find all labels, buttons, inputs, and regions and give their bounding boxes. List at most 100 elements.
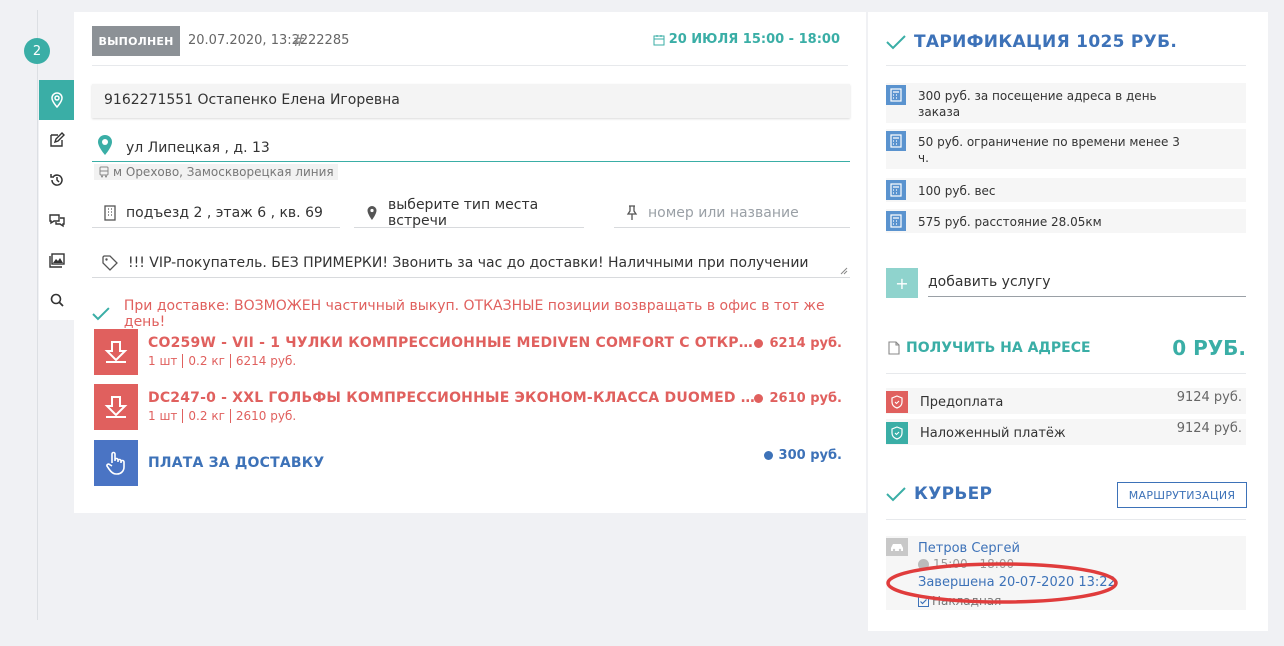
tariff-line-text: 575 руб. расстояние 28.05км [918,215,1102,229]
add-service-input[interactable]: добавить услугу [928,274,1246,297]
partial-buyout-text: При доставке: ВОЗМОЖЕН частичный выкуп. … [123,298,825,330]
map-pin-icon [98,135,112,155]
tool-photos[interactable] [39,240,75,280]
tariff-line-text: 100 руб. вес [918,184,996,198]
entrance-field[interactable]: подъезд 2 , этаж 6 , кв. 69 [92,198,340,228]
entrance-text: подъезд 2 , этаж 6 , кв. 69 [126,204,323,221]
courier-title: КУРЬЕР [886,484,992,504]
item-price-text: 2610 руб. [769,391,842,406]
calculator-icon [886,131,906,151]
calculator-icon [886,180,906,200]
tariff-line: 100 руб. вес [886,178,1246,202]
status-dot-icon [763,451,773,460]
search-icon [50,293,64,307]
order-card: ВЫПОЛНЕН 20.07.2020, 13:22 # 22285 20 ИЮ… [74,12,866,513]
courier-title-text: КУРЬЕР [914,484,993,504]
check-icon [92,307,110,321]
item-weight: 0.2 кг [188,354,225,368]
order-item[interactable]: DC247-0 - XXL ГОЛЬФЫ КОМПРЕССИОННЫЕ ЭКОН… [94,384,850,430]
routing-button[interactable]: МАРШРУТИЗАЦИЯ [1117,482,1247,508]
item-weight: 0.2 кг [188,409,225,423]
item-price: 6214 руб. [754,336,842,351]
status-button[interactable]: ВЫПОЛНЕН [92,26,180,56]
collect-amount: 0 РУБ. [1172,336,1246,360]
item-qty: 1 шт [148,409,178,423]
address-field[interactable]: ул Липецкая , д. 13 [92,132,850,162]
bus-icon [99,166,109,178]
tool-edit[interactable] [39,120,75,160]
courier-time: 15:00 - 18:00 [918,557,1014,571]
calculator-icon [886,85,906,105]
car-icon [886,538,908,556]
order-number-hash: # [292,31,306,50]
tool-search[interactable] [39,280,75,320]
waybill-text: Накладная [932,594,1002,608]
meeting-place-type-text: выберите тип места встречи [388,196,539,229]
delivery-window[interactable]: 20 ИЮЛЯ 15:00 - 18:00 [653,32,840,47]
client-field[interactable]: 9162271551 Остапенко Елена Игоревна [92,84,850,118]
history-icon [50,174,63,186]
pushpin-icon [626,204,638,220]
meeting-place-type-select[interactable]: выберите тип места встречи [354,196,584,229]
coin-icon [918,558,929,570]
tariff-title: ТАРИФИКАЦИЯ 1025 РУБ. [886,32,1177,52]
item-meta: 1 шт 0.2 кг 6214 руб. [148,354,296,368]
order-header: ВЫПОЛНЕН 20.07.2020, 13:22 # 22285 20 ИЮ… [92,26,848,66]
waybill-link[interactable]: Накладная [918,594,1001,608]
order-number: 22285 [308,33,350,48]
building-icon [104,204,116,221]
side-toolbar [39,80,75,320]
divider [886,65,1246,66]
item-title: ПЛАТА ЗА ДОСТАВКУ [148,455,325,471]
tariff-line: 50 руб. ограничение по времени менее 3 ч… [886,129,1246,169]
tariff-line-text: 300 руб. за посещение адреса в день зака… [918,89,1157,119]
edit-icon [50,132,65,147]
check-icon [886,35,906,50]
item-meta-divider [229,409,231,423]
add-service-button[interactable]: + [886,268,918,298]
tariff-line: 300 руб. за посещение адреса в день зака… [886,83,1246,123]
item-title: CO259W - VII - 1 ЧУЛКИ КОМПРЕССИОННЫЕ ME… [148,335,758,351]
timeline-rail [37,10,38,620]
item-meta-divider [182,354,184,368]
item-title: DC247-0 - XXL ГОЛЬФЫ КОМПРЕССИОННЫЕ ЭКОН… [148,390,758,406]
metro-text: м Орехово, Замоскворецкая линия [113,165,334,179]
item-thumb [94,384,138,430]
item-sum: 2610 руб. [235,409,297,423]
tool-history[interactable] [39,160,75,200]
item-meta-divider [229,354,231,368]
courier-card: Петров Сергей 15:00 - 18:00 Завершена 20… [886,536,1246,610]
item-price-text: 6214 руб. [769,336,842,351]
item-meta: 1 шт 0.2 кг 2610 руб. [148,409,296,423]
checkbox-icon [918,595,929,607]
partial-buyout-note: При доставке: ВОЗМОЖЕН частичный выкуп. … [92,298,866,330]
item-price: 2610 руб. [754,391,842,406]
courier-time-text: 15:00 - 18:00 [933,557,1015,571]
payment-amount: 9124 руб. [1176,421,1242,436]
payment-row: Предоплата 9124 руб. [886,388,1246,414]
tool-chat[interactable] [39,200,75,240]
payment-label: Предоплата [920,395,1004,410]
item-qty: 1 шт [148,354,178,368]
tariff-title-text: ТАРИФИКАЦИЯ 1025 РУБ. [914,32,1178,52]
payment-amount: 9124 руб. [1176,390,1242,405]
shield-icon [886,391,908,413]
place-name-input[interactable]: номер или название [614,198,850,228]
tariff-line: 575 руб. расстояние 28.05км [886,209,1246,233]
status-dot-icon [754,394,764,403]
delivery-fee-item[interactable]: ПЛАТА ЗА ДОСТАВКУ 300 руб. [94,440,850,486]
location-pin-icon [51,92,63,108]
resize-handle-icon[interactable] [840,267,848,275]
courier-name[interactable]: Петров Сергей [918,541,1020,556]
delivery-window-text: 20 ИЮЛЯ 15:00 - 18:00 [668,32,840,47]
tool-location[interactable] [39,80,75,120]
item-sum: 6214 руб. [235,354,297,368]
order-item[interactable]: CO259W - VII - 1 ЧУЛКИ КОМПРЕССИОННЫЕ ME… [94,329,850,375]
address-text: ул Липецкая , д. 13 [126,140,270,156]
comment-textarea[interactable]: !!! VIP-покупатель. БЕЗ ПРИМЕРКИ! Звонит… [92,248,850,278]
item-meta-divider [182,409,184,423]
calendar-icon [653,34,665,45]
collect-title: ПОЛУЧИТЬ НА АДРЕСЕ [888,340,1091,356]
tag-icon [102,254,118,271]
shield-icon [886,422,908,444]
